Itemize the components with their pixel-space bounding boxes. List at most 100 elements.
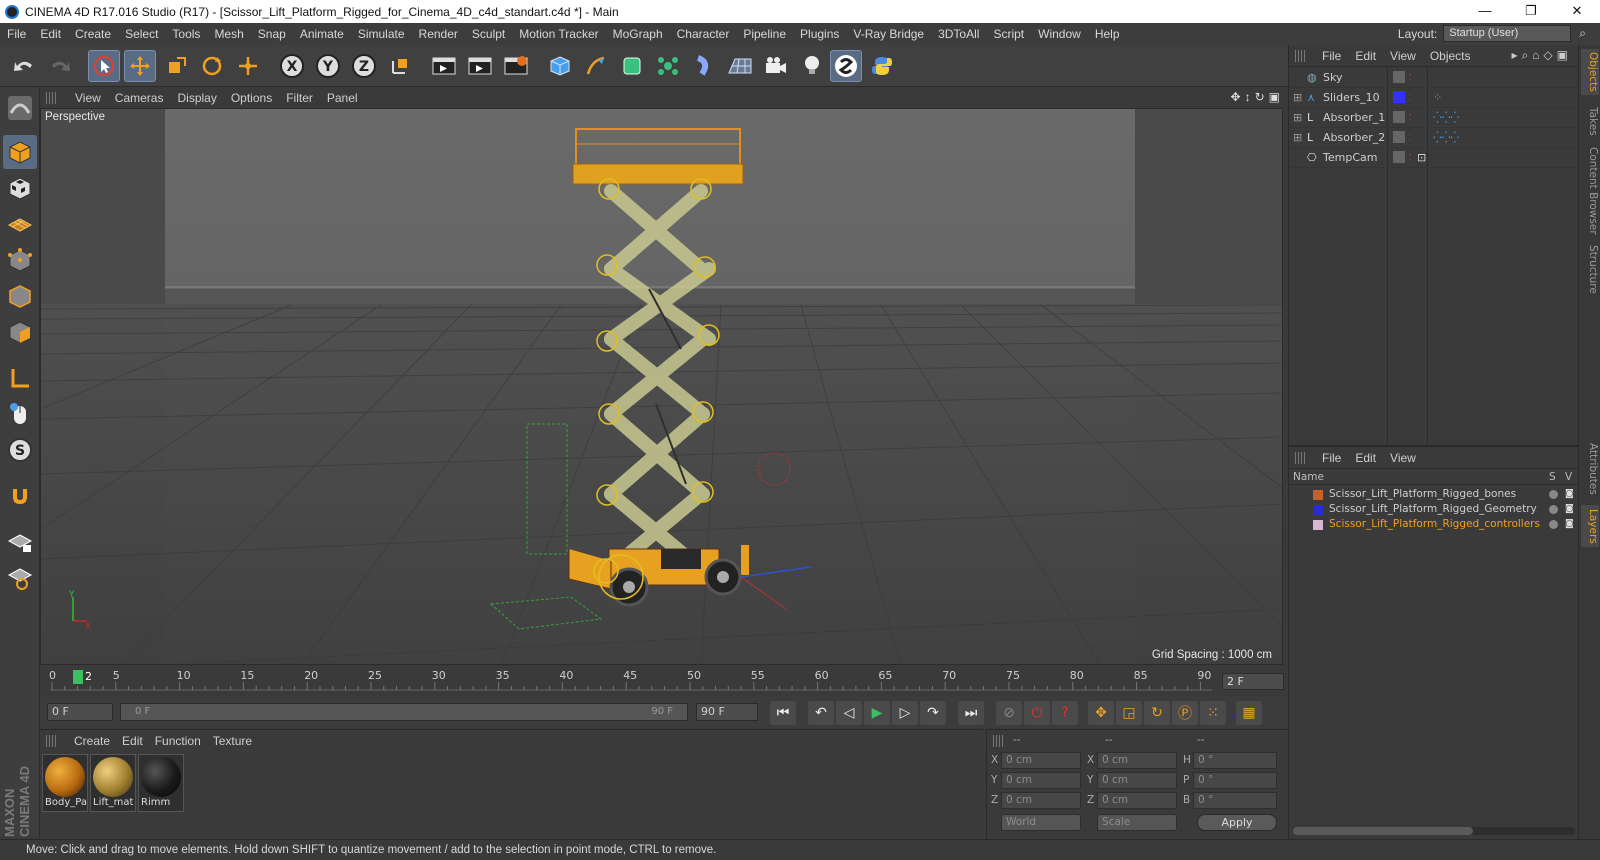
panel-grip-icon[interactable] bbox=[1295, 451, 1307, 464]
layer-color-swatch[interactable] bbox=[1313, 490, 1323, 500]
rotation-h-field[interactable]: 0 ° bbox=[1193, 752, 1277, 769]
viewport-menu-options[interactable]: Options bbox=[224, 91, 279, 105]
menu-pipeline[interactable]: Pipeline bbox=[736, 27, 793, 41]
magnet-icon[interactable] bbox=[3, 479, 37, 513]
object-row-absorber-2[interactable]: ⊞ Ⅼ Absorber_2 ⁚ ⁛⁛⁛ bbox=[1289, 128, 1579, 148]
layer-col-solo[interactable]: S bbox=[1549, 469, 1556, 485]
solo-toggle-icon[interactable] bbox=[1549, 490, 1558, 499]
layer-color-swatch[interactable] bbox=[1393, 91, 1405, 103]
editor-toggle-icon[interactable] bbox=[1393, 111, 1405, 123]
menu-animate[interactable]: Animate bbox=[293, 27, 351, 41]
constraint-tag-icon[interactable]: ⁛⁛⁛ bbox=[1433, 128, 1459, 148]
undo-icon[interactable] bbox=[8, 50, 40, 82]
visibility-dots-icon[interactable]: ⁚ bbox=[1409, 128, 1412, 148]
panel-grip-icon[interactable] bbox=[993, 735, 1005, 747]
objects-menu-objects[interactable]: Objects bbox=[1423, 49, 1478, 63]
timeline-ruler[interactable]: 0 5 10 15 20 25 30 35 40 45 50 55 60 65 70 75 80 85 90 2 2… bbox=[40, 668, 1288, 696]
end-frame-field[interactable]: 90 F bbox=[696, 703, 758, 721]
layer-horizontal-scrollbar[interactable] bbox=[1293, 827, 1575, 835]
menu-file[interactable]: File bbox=[0, 27, 33, 41]
material-swatch[interactable]: Lift_mat bbox=[90, 754, 136, 812]
goto-end-icon[interactable]: ⏭ bbox=[958, 701, 984, 725]
material-menu-create[interactable]: Create bbox=[68, 734, 116, 748]
restore-button[interactable]: ❐ bbox=[1508, 0, 1554, 23]
layout-dropdown[interactable]: Startup (User) bbox=[1443, 25, 1572, 42]
frame-range-slider[interactable]: 0 F 90 F bbox=[120, 703, 688, 721]
close-button[interactable]: ✕ bbox=[1554, 0, 1600, 23]
menu-character[interactable]: Character bbox=[670, 27, 737, 41]
texture-mode-icon[interactable] bbox=[3, 171, 37, 205]
expand-icon[interactable]: ⊞ bbox=[1293, 128, 1302, 148]
start-frame-field[interactable]: 0 F bbox=[47, 703, 113, 721]
menu-create[interactable]: Create bbox=[68, 27, 118, 41]
play-forward-icon[interactable]: ▶ bbox=[864, 701, 890, 725]
next-keyframe-icon[interactable]: ↷ bbox=[920, 701, 946, 725]
keyframe-selection-icon[interactable]: ? bbox=[1052, 701, 1078, 725]
constraint-tag-icon[interactable]: ⁛⁛⁛ bbox=[1433, 108, 1459, 128]
move-tool-icon[interactable] bbox=[124, 50, 156, 82]
position-x-field[interactable]: 0 cm bbox=[1001, 752, 1081, 769]
position-y-field[interactable]: 0 cm bbox=[1001, 772, 1081, 789]
workplane-mode-icon[interactable] bbox=[3, 207, 37, 241]
perspective-viewport[interactable]: Y X Perspective Grid Spacing : 1000 cm bbox=[40, 108, 1283, 665]
expand-icon[interactable]: ⊞ bbox=[1293, 108, 1302, 128]
position-z-field[interactable]: 0 cm bbox=[1001, 792, 1081, 809]
layers-menu-view[interactable]: View bbox=[1383, 451, 1423, 465]
menu-mesh[interactable]: Mesh bbox=[207, 27, 250, 41]
x-axis-lock-icon[interactable]: X bbox=[276, 50, 308, 82]
rotation-b-field[interactable]: 0 ° bbox=[1193, 792, 1277, 809]
layer-color-swatch[interactable] bbox=[1313, 505, 1323, 515]
panel-grip-icon[interactable] bbox=[46, 735, 58, 747]
planar-workplane-icon[interactable] bbox=[3, 561, 37, 595]
objects-menu-file[interactable]: File bbox=[1315, 49, 1348, 63]
scrollbar-thumb[interactable] bbox=[1293, 827, 1473, 835]
lock-workplane-icon[interactable] bbox=[3, 525, 37, 559]
layer-col-visible[interactable]: V bbox=[1565, 469, 1572, 485]
layer-color-swatch[interactable] bbox=[1313, 520, 1323, 530]
key-scale-icon[interactable]: ◲ bbox=[1116, 701, 1142, 725]
points-mode-icon[interactable] bbox=[3, 243, 37, 277]
visibility-dots-icon[interactable]: ⁚ bbox=[1409, 108, 1412, 128]
menu-render[interactable]: Render bbox=[412, 27, 465, 41]
cube-object-icon[interactable] bbox=[544, 50, 576, 82]
tab-structure[interactable]: Structure bbox=[1581, 241, 1599, 297]
layer-row-controllers[interactable]: Scissor_Lift_Platform_Rigged_controllers… bbox=[1289, 517, 1579, 532]
tab-layers[interactable]: Layers bbox=[1581, 505, 1599, 547]
key-rotation-icon[interactable]: ↻ bbox=[1144, 701, 1170, 725]
visibility-dots-icon[interactable]: ⁚ bbox=[1409, 68, 1412, 88]
live-selection-move-icon[interactable] bbox=[232, 50, 264, 82]
layers-menu-file[interactable]: File bbox=[1315, 451, 1348, 465]
next-frame-icon[interactable]: ▷ bbox=[892, 701, 918, 725]
material-swatch[interactable]: Rimm bbox=[138, 754, 184, 812]
render-settings-icon[interactable] bbox=[500, 50, 532, 82]
key-position-icon[interactable]: ✥ bbox=[1088, 701, 1114, 725]
previous-keyframe-icon[interactable]: ↶ bbox=[808, 701, 834, 725]
deformer-icon[interactable] bbox=[688, 50, 720, 82]
polygons-mode-icon[interactable] bbox=[3, 315, 37, 349]
search-icon[interactable]: ⌕ bbox=[1579, 26, 1586, 41]
render-view-icon[interactable] bbox=[428, 50, 460, 82]
menu-snap[interactable]: Snap bbox=[251, 27, 293, 41]
panel-grip-icon[interactable] bbox=[46, 91, 58, 104]
menu-help[interactable]: Help bbox=[1088, 27, 1127, 41]
solo-toggle-icon[interactable] bbox=[1549, 520, 1558, 529]
scale-tool-icon[interactable] bbox=[160, 50, 192, 82]
record-active-objects-icon[interactable]: ⊘ bbox=[996, 701, 1022, 725]
move-view-icon[interactable]: ✥ bbox=[1231, 90, 1241, 104]
axis-mode-icon[interactable] bbox=[3, 361, 37, 395]
visible-toggle-icon[interactable]: ◙ bbox=[1565, 487, 1574, 502]
object-manager-nav-icons[interactable]: ▸⌕⌂◇▣ bbox=[1511, 48, 1572, 63]
editor-toggle-icon[interactable] bbox=[1393, 151, 1405, 163]
visibility-dots-icon[interactable]: ⁚ bbox=[1409, 148, 1412, 168]
size-x-field[interactable]: 0 cm bbox=[1097, 752, 1177, 769]
layers-menu-edit[interactable]: Edit bbox=[1348, 451, 1383, 465]
subdivision-surface-icon[interactable] bbox=[616, 50, 648, 82]
autokeying-icon[interactable]: ⏻ bbox=[1024, 701, 1050, 725]
current-frame-field[interactable]: 2 F bbox=[1222, 673, 1284, 690]
menu-edit[interactable]: Edit bbox=[33, 27, 68, 41]
rotate-tool-icon[interactable] bbox=[196, 50, 228, 82]
z-axis-lock-icon[interactable]: Z bbox=[348, 50, 380, 82]
menu-window[interactable]: Window bbox=[1031, 27, 1088, 41]
viewport-menu-filter[interactable]: Filter bbox=[279, 91, 320, 105]
previous-frame-icon[interactable]: ◁ bbox=[836, 701, 862, 725]
